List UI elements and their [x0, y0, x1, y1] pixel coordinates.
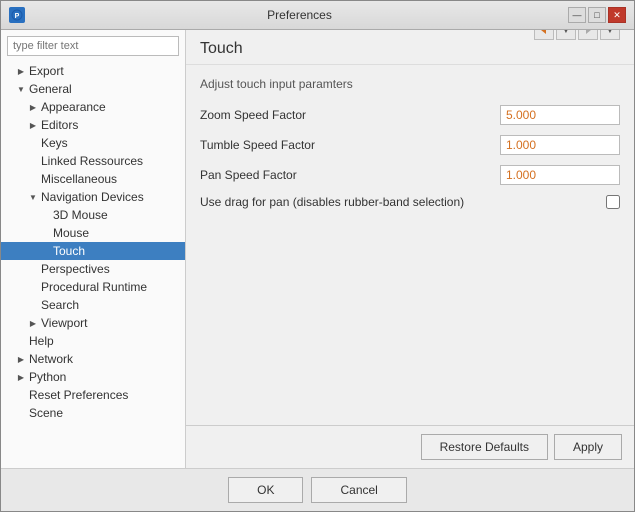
sidebar-item-label: Mouse	[53, 226, 89, 240]
sidebar-item-label: Miscellaneous	[41, 172, 117, 186]
toolbar-back-button[interactable]	[534, 30, 554, 40]
close-button[interactable]: ✕	[608, 7, 626, 23]
sidebar-item-linked-resources[interactable]: ▶ Linked Ressources	[1, 152, 185, 170]
sidebar-item-appearance[interactable]: ▶ Appearance	[1, 98, 185, 116]
sidebar-item-procedural-runtime[interactable]: ▶ Procedural Runtime	[1, 278, 185, 296]
toolbar-forward-button[interactable]	[578, 30, 598, 40]
detail-description: Adjust touch input paramters	[200, 77, 620, 91]
sidebar-item-label: Viewport	[41, 316, 87, 330]
sidebar-item-label: 3D Mouse	[53, 208, 108, 222]
sidebar-item-label: Navigation Devices	[41, 190, 144, 204]
sidebar: ▶ Export ▼ General ▶ Appearance ▶ Editor…	[1, 30, 186, 468]
ok-button[interactable]: OK	[228, 477, 303, 503]
main-content: ▶ Export ▼ General ▶ Appearance ▶ Editor…	[1, 30, 634, 468]
detail-content: Adjust touch input paramters Zoom Speed …	[186, 65, 634, 425]
sidebar-item-label: Reset Preferences	[29, 388, 128, 402]
sidebar-item-label: Keys	[41, 136, 68, 150]
bottom-bar: OK Cancel	[1, 468, 634, 511]
sidebar-item-label: Help	[29, 334, 54, 348]
detail-title: Touch	[200, 40, 243, 57]
sidebar-item-search[interactable]: ▶ Search	[1, 296, 185, 314]
detail-header: Touch ▼ ▼	[186, 30, 634, 65]
window-controls: — □ ✕	[568, 7, 626, 23]
sidebar-item-label: Procedural Runtime	[41, 280, 147, 294]
sidebar-item-3d-mouse[interactable]: ▶ 3D Mouse	[1, 206, 185, 224]
sidebar-item-navigation-devices[interactable]: ▼ Navigation Devices	[1, 188, 185, 206]
preferences-window: P Preferences — □ ✕ ▶ Export ▼ General ▶	[0, 0, 635, 512]
maximize-button[interactable]: □	[588, 7, 606, 23]
sidebar-item-label: Network	[29, 352, 73, 366]
sidebar-item-mouse[interactable]: ▶ Mouse	[1, 224, 185, 242]
apply-button[interactable]: Apply	[554, 434, 622, 460]
filter-input[interactable]	[7, 36, 179, 56]
arrow-icon: ▶	[15, 353, 27, 365]
titlebar: P Preferences — □ ✕	[1, 1, 634, 30]
pan-speed-label: Pan Speed Factor	[200, 168, 500, 182]
zoom-speed-row: Zoom Speed Factor	[200, 105, 620, 125]
arrow-icon: ▶	[27, 101, 39, 113]
tumble-speed-row: Tumble Speed Factor	[200, 135, 620, 155]
tumble-speed-input[interactable]	[500, 135, 620, 155]
sidebar-item-label: Export	[29, 64, 64, 78]
zoom-speed-input[interactable]	[500, 105, 620, 125]
sidebar-item-perspectives[interactable]: ▶ Perspectives	[1, 260, 185, 278]
sidebar-item-label: Scene	[29, 406, 63, 420]
sidebar-item-miscellaneous[interactable]: ▶ Miscellaneous	[1, 170, 185, 188]
drag-pan-checkbox[interactable]	[606, 195, 620, 209]
arrow-icon: ▶	[15, 371, 27, 383]
sidebar-item-keys[interactable]: ▶ Keys	[1, 134, 185, 152]
sidebar-item-label: General	[29, 82, 72, 96]
minimize-button[interactable]: —	[568, 7, 586, 23]
arrow-icon: ▼	[27, 191, 39, 203]
drag-pan-row: Use drag for pan (disables rubber-band s…	[200, 195, 620, 209]
app-icon: P	[9, 7, 25, 23]
arrow-icon: ▶	[15, 65, 27, 77]
sidebar-item-export[interactable]: ▶ Export	[1, 62, 185, 80]
drag-pan-label: Use drag for pan (disables rubber-band s…	[200, 195, 606, 209]
sidebar-item-network[interactable]: ▶ Network	[1, 350, 185, 368]
sidebar-item-touch[interactable]: ▶ Touch	[1, 242, 185, 260]
svg-text:P: P	[15, 13, 20, 20]
sidebar-item-reset-preferences[interactable]: ▶ Reset Preferences	[1, 386, 185, 404]
sidebar-item-label: Python	[29, 370, 66, 384]
arrow-icon: ▶	[27, 317, 39, 329]
sidebar-item-python[interactable]: ▶ Python	[1, 368, 185, 386]
sidebar-item-general[interactable]: ▼ General	[1, 80, 185, 98]
tumble-speed-label: Tumble Speed Factor	[200, 138, 500, 152]
pan-speed-row: Pan Speed Factor	[200, 165, 620, 185]
sidebar-item-scene[interactable]: ▶ Scene	[1, 404, 185, 422]
zoom-speed-label: Zoom Speed Factor	[200, 108, 500, 122]
sidebar-item-label: Linked Ressources	[41, 154, 143, 168]
toolbar-dropdown2-button[interactable]: ▼	[600, 30, 620, 40]
sidebar-item-label: Appearance	[41, 100, 106, 114]
sidebar-item-help[interactable]: ▶ Help	[1, 332, 185, 350]
sidebar-item-label: Editors	[41, 118, 78, 132]
sidebar-item-label: Touch	[53, 244, 85, 258]
sidebar-item-viewport[interactable]: ▶ Viewport	[1, 314, 185, 332]
cancel-button[interactable]: Cancel	[311, 477, 406, 503]
toolbar-dropdown-button[interactable]: ▼	[556, 30, 576, 40]
sidebar-item-label: Perspectives	[41, 262, 110, 276]
detail-panel: Touch ▼ ▼ Adjust touch input paramters Z…	[186, 30, 634, 468]
arrow-icon: ▼	[15, 83, 27, 95]
pan-speed-input[interactable]	[500, 165, 620, 185]
detail-toolbar: ▼ ▼	[534, 30, 620, 40]
detail-footer: Restore Defaults Apply	[186, 425, 634, 468]
window-title: Preferences	[31, 8, 568, 22]
sidebar-item-editors[interactable]: ▶ Editors	[1, 116, 185, 134]
arrow-icon: ▶	[27, 119, 39, 131]
restore-defaults-button[interactable]: Restore Defaults	[421, 434, 548, 460]
sidebar-item-label: Search	[41, 298, 79, 312]
